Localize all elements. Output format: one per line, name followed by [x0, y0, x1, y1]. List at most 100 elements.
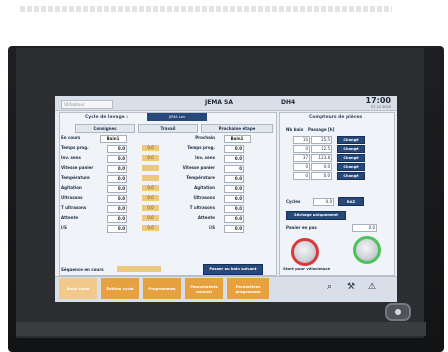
param-value: 0.0	[107, 225, 127, 233]
machine-name: DH4	[281, 99, 296, 106]
next-param-value: 0	[224, 165, 244, 173]
next-param-label: Attente	[197, 215, 215, 220]
cycles-label: Cycles	[286, 199, 301, 204]
param-value: 0.0	[107, 145, 127, 153]
param-label: Attente	[61, 215, 79, 220]
work-value	[142, 165, 159, 171]
stop-button[interactable]	[291, 238, 319, 266]
counter-nb: 0	[293, 163, 310, 171]
hmi-screen: Utilisateur JEMA SA DH4 17:00 07.12.2020…	[55, 96, 397, 302]
param-row: Attente 0.0 0.0 Attente 0.0	[61, 214, 276, 223]
nav-edition-cycle[interactable]: Édition cycle	[101, 278, 139, 299]
next-param-label: T ultrasons	[189, 205, 215, 210]
drying-only-button[interactable]: Séchage uniquement	[286, 211, 346, 220]
param-row: Ultrasons 0.0 0.0 Ultrasons 0.0	[61, 194, 276, 203]
work-value: 0.0	[142, 155, 159, 161]
clock: 17:00 07.12.2020	[365, 96, 391, 110]
user-field[interactable]: Utilisateur	[61, 100, 113, 109]
search-icon[interactable]: ⌕	[327, 282, 332, 292]
next-param-value: 0.0	[224, 155, 244, 163]
basket-position-value: 0.0	[352, 224, 377, 232]
work-value: 0.0	[142, 145, 159, 151]
param-value: 0.0	[107, 195, 127, 203]
counter-row: 10 25.5 Changé	[285, 135, 393, 144]
next-param-label: Agitation	[194, 185, 215, 190]
next-param-value: 0.0	[224, 215, 244, 223]
changed-button[interactable]: Changé	[337, 145, 365, 153]
changed-button[interactable]: Changé	[337, 163, 365, 171]
nav-programmes[interactable]: Programmes	[143, 278, 181, 299]
param-label: Température	[61, 175, 90, 180]
work-value	[142, 175, 159, 181]
next-param-value: 0.0	[224, 195, 244, 203]
sequence-value	[117, 266, 161, 272]
param-value: Bain1	[100, 135, 127, 143]
next-param-value: 0.0	[224, 145, 244, 153]
cycle-label: Cycle de lavage :	[85, 115, 129, 120]
work-value: 0.0	[142, 195, 159, 201]
next-param-label: Inv. sens	[195, 155, 215, 160]
start-button[interactable]	[353, 236, 381, 264]
tab-travail[interactable]: Travail	[138, 124, 198, 133]
counter-nb: 37	[293, 154, 310, 162]
sequence-label: Séquence en cours	[61, 267, 104, 272]
changed-button[interactable]: Changé	[337, 154, 365, 162]
counter-nb: 10	[293, 136, 310, 144]
next-param-label: Vitesse panier	[182, 165, 215, 170]
counter-passage: 25.5	[311, 136, 332, 144]
next-param-value: Bain1	[224, 135, 251, 143]
tab-prochaine-etape[interactable]: Prochaine étape	[201, 124, 273, 133]
cycles-value: 0.0	[313, 198, 334, 206]
param-value: 0.0	[107, 205, 127, 213]
warning-icon[interactable]: ⚠	[368, 282, 376, 292]
nav-suivi-cycle[interactable]: Suivi cycle	[59, 278, 97, 299]
next-param-label: Température	[186, 175, 215, 180]
nav-parametres-programme[interactable]: Paramètres programme	[227, 278, 269, 299]
next-param-label: Ultrasons	[193, 195, 215, 200]
next-param-label: Prochain	[195, 135, 215, 140]
param-label: I/S	[61, 225, 67, 230]
param-row: Temps prog. 0.0 0.0 Temps prog. 0.0	[61, 144, 276, 153]
param-value: 0.0	[107, 165, 127, 173]
counter-row: 0 12.5 Changé	[285, 144, 393, 153]
param-label: Inv. sens	[61, 155, 81, 160]
next-param-value: 0.0	[224, 205, 244, 213]
next-param-label: Temps prog.	[187, 145, 215, 150]
param-row: T ultrasons 0.0 0.0 T ultrasons 0.0	[61, 204, 276, 213]
counter-nb: 0	[293, 172, 310, 180]
raz-button[interactable]: RAZ	[338, 197, 364, 206]
next-param-value: 0.0	[224, 225, 244, 233]
work-value: 0.0	[142, 205, 159, 211]
monitor-bottom-trim	[16, 322, 426, 336]
clock-time: 17:00	[365, 96, 391, 105]
counter-passage: 0.0	[311, 172, 332, 180]
nav-mouvements-manuel[interactable]: Mouvements manuel	[185, 278, 223, 299]
counter-passage: 123.8	[311, 154, 332, 162]
counter-row: 0 0.0 Changé	[285, 171, 393, 180]
param-label: En cours	[61, 135, 81, 140]
param-label: Temps prog.	[61, 145, 89, 150]
param-value: 0.0	[107, 215, 127, 223]
next-bath-button[interactable]: Passer au bain suivant	[203, 264, 263, 275]
cycle-select[interactable]: JEMA Lan	[147, 113, 207, 121]
counter-row: 37 123.8 Changé	[285, 153, 393, 162]
next-param-value: 0.0	[224, 175, 244, 183]
work-value: 0.0	[142, 225, 159, 231]
col-nb-bain: Nb bain	[286, 127, 304, 132]
work-value: 0.0	[142, 215, 159, 221]
counter-row: 0 0.0 Changé	[285, 162, 393, 171]
app-title: JEMA SA	[205, 99, 233, 106]
param-row: En cours Bain1 Prochain Bain1	[61, 134, 276, 143]
counter-passage: 12.5	[311, 145, 332, 153]
param-label: Vitesse panier	[61, 165, 94, 170]
param-row: Agitation 0.0 0.0 Agitation 0.0	[61, 184, 276, 193]
param-value: 0.0	[107, 175, 127, 183]
changed-button[interactable]: Changé	[337, 172, 365, 180]
tab-consignes[interactable]: Consignes	[75, 124, 135, 133]
changed-button[interactable]: Changé	[337, 136, 365, 144]
basket-position-label: Panier en pos	[286, 225, 317, 230]
counters-title: Compteurs de pièces	[309, 115, 363, 120]
tools-icon[interactable]: ⚒	[347, 282, 355, 292]
col-passage: Passage [h]	[308, 127, 335, 132]
power-button[interactable]	[385, 303, 411, 321]
